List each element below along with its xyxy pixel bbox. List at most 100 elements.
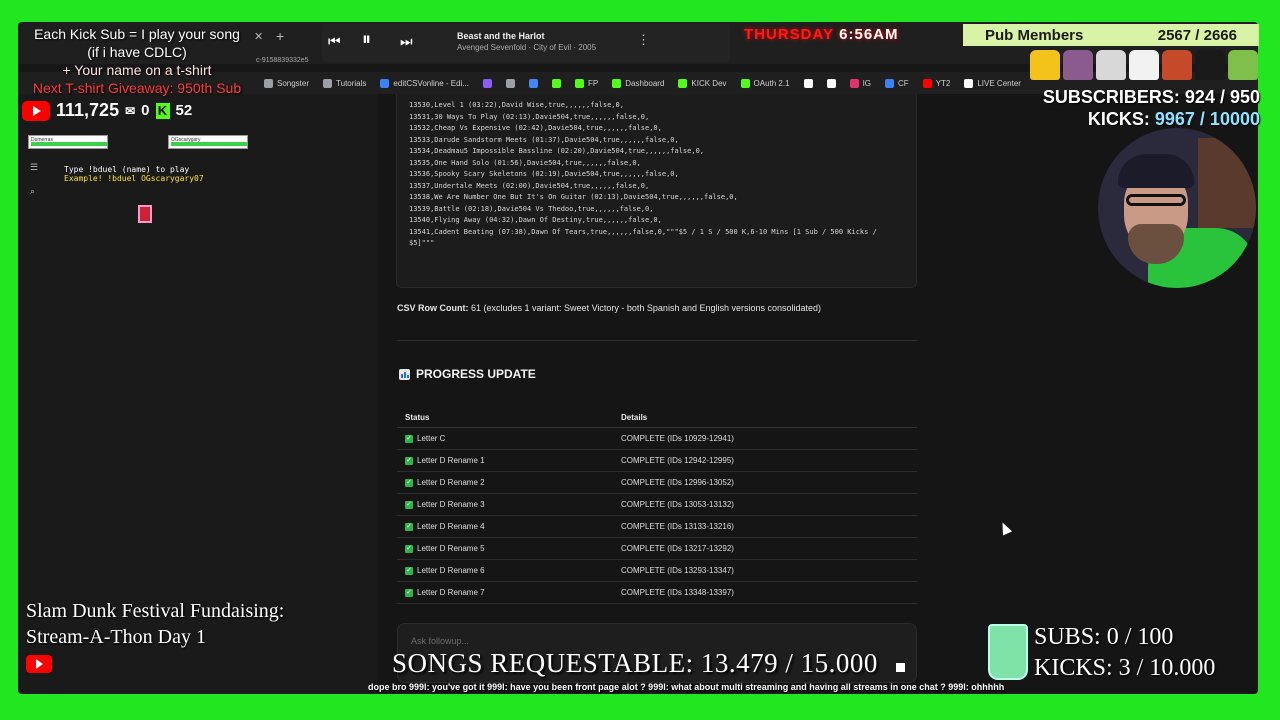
jar-kicks: KICKS: 3 / 10.000 <box>1034 655 1216 681</box>
pause-icon[interactable]: ⏸ <box>362 29 371 50</box>
table-row: ✓ Letter D Rename 7 COMPLETE (IDs 13348-13… <box>397 582 917 604</box>
bookmark-item[interactable]: LIVE Center <box>964 78 1021 88</box>
bookmark-label: Songster <box>277 78 310 88</box>
section-divider <box>397 340 917 341</box>
code-line: 13538,We Are Number One But It's On Guit… <box>409 193 738 201</box>
bookmark-item[interactable]: Dashboard <box>612 78 665 88</box>
bookmark-label: KICK Dev <box>691 78 727 88</box>
sidebar-icons: ☰ ⌕ <box>30 155 38 203</box>
checkmark-icon: ✓ <box>405 500 413 509</box>
bookmark-item[interactable]: FP <box>575 78 598 88</box>
details-cell: COMPLETE (IDs 13293-13347) <box>621 566 734 575</box>
duel-bar-2: OGscarygary <box>168 135 248 149</box>
bookmark-icon <box>529 78 539 88</box>
search-icon[interactable]: ⌕ <box>30 179 38 203</box>
bookmark-icon <box>483 78 493 88</box>
progress-title: PROGRESS UPDATE <box>416 367 536 381</box>
bookmark-item[interactable]: KICK Dev <box>678 78 727 88</box>
tshirt-icon <box>1162 50 1192 80</box>
code-line: 13536,Spooky Scary Skeletons (02:19),Dav… <box>409 170 679 178</box>
jar-goals: SUBS: 0 / 100 KICKS: 3 / 10.000 <box>1034 622 1215 684</box>
status-label: Letter D Rename 2 <box>417 478 485 487</box>
duel-instructions: Type !bduel (name) to play Example! !bdu… <box>64 165 204 183</box>
bookmark-item[interactable]: OAuth 2.1 <box>740 78 790 88</box>
bookmark-icon <box>826 78 836 88</box>
bookmark-icon <box>849 78 859 88</box>
day-time: THURSDAY 6:56AM <box>744 26 899 43</box>
status-cell: ✓ Letter D Rename 4 <box>397 522 621 531</box>
promo-line-3: + Your name on a t-shirt <box>62 62 212 78</box>
bookmark-item[interactable]: editCSVonline - Edi... <box>380 78 469 88</box>
bookmark-item[interactable]: IG <box>849 78 871 88</box>
tshirt-icon <box>1030 50 1060 80</box>
bookmark-item[interactable] <box>529 78 539 88</box>
bookmark-icon <box>740 78 750 88</box>
bookmark-item[interactable] <box>483 78 493 88</box>
table-row: ✓ Letter D Rename 2 COMPLETE (IDs 12996-13… <box>397 472 917 494</box>
details-cell: COMPLETE (IDs 13217-13292) <box>621 544 734 553</box>
tshirt-icon <box>1063 50 1093 80</box>
fundraising-title: Slam Dunk Festival Fundaising: Stream-A-… <box>26 598 284 650</box>
csv-row-count-label: CSV Row Count: <box>397 303 469 313</box>
details-cell: COMPLETE (IDs 13348-13397) <box>621 588 734 597</box>
chat-ticker: dope bro 999l: you've got it 999l: have … <box>368 682 1005 692</box>
status-cell: ✓ Letter D Rename 3 <box>397 500 621 509</box>
previous-icon[interactable]: ⏮ <box>328 33 341 50</box>
list-icon[interactable]: ☰ <box>30 155 38 179</box>
status-cell: ✓ Letter D Rename 5 <box>397 544 621 553</box>
status-cell: ✓ Letter C <box>397 434 621 443</box>
progress-table: Status Details ✓ Letter C COMPLETE (IDs 10… <box>397 408 917 604</box>
bookmark-label: Dashboard <box>625 78 665 88</box>
streamer-glasses <box>1126 194 1186 206</box>
table-row: ✓ Letter D Rename 6 COMPLETE (IDs 13293-13… <box>397 560 917 582</box>
code-line: 13531,30 Ways To Play (02:13),Davie504,t… <box>409 112 650 121</box>
bookmark-item[interactable] <box>552 78 562 88</box>
header-details: Details <box>621 413 648 422</box>
checkmark-icon: ✓ <box>405 456 413 465</box>
status-cell: ✓ Letter D Rename 6 <box>397 566 621 575</box>
kick-icon: K <box>155 102 170 119</box>
code-line: $5]""" <box>409 239 435 247</box>
bookmark-item[interactable]: Songster <box>264 78 310 88</box>
sub-kick-goals: SUBSCRIBERS: 924 / 950 KICKS: 9967 / 100… <box>1030 86 1260 130</box>
csv-code-block: 13530,Level 1 (03:22),David Wise,true,,,… <box>396 94 917 288</box>
bookmark-item[interactable]: CF <box>885 78 909 88</box>
bookmark-icon <box>803 78 813 88</box>
code-line: 13530,Level 1 (03:22),David Wise,true,,,… <box>409 101 624 109</box>
bookmark-item[interactable] <box>826 78 836 88</box>
bar-chart-icon <box>399 368 410 380</box>
code-line: 13539,Battle (02:18),Davie504 Vs Thedoo,… <box>409 204 654 213</box>
bookmark-item[interactable]: YT2 <box>922 78 950 88</box>
kicks-goal-label: KICKS: <box>1087 109 1150 129</box>
next-icon[interactable]: ⏭ <box>400 33 413 50</box>
promo-line-4: Next T-shirt Giveaway: 950th Sub <box>32 80 242 96</box>
song-artist: Avenged Sevenfold · City of Evil · 2005 <box>457 43 597 52</box>
tip-jar-icon <box>988 624 1028 680</box>
bookmark-icon <box>885 78 895 88</box>
promo-line-2: (if i have CDLC) <box>87 44 187 60</box>
bookmark-item[interactable] <box>506 78 516 88</box>
fund-line-2: Stream-A-Thon Day 1 <box>26 626 206 648</box>
checkmark-icon: ✓ <box>405 588 413 597</box>
details-cell: COMPLETE (IDs 13133-13216) <box>621 522 734 531</box>
progress-heading: PROGRESS UPDATE <box>399 367 536 381</box>
bookmark-item[interactable]: Tutorials <box>323 78 366 88</box>
table-row: ✓ Letter D Rename 4 COMPLETE (IDs 13133-13… <box>397 516 917 538</box>
bookmark-item[interactable] <box>803 78 813 88</box>
more-options-icon[interactable]: ⋮ <box>637 32 650 48</box>
wall-poster <box>1198 138 1256 228</box>
status-label: Letter D Rename 6 <box>417 566 485 575</box>
header-status: Status <box>405 413 430 422</box>
status-label: Letter D Rename 7 <box>417 588 485 597</box>
day-label: THURSDAY <box>744 26 834 43</box>
code-line: 13533,Darude Sandstorm Meets (01:37),Dav… <box>409 135 679 144</box>
status-cell: ✓ Letter D Rename 2 <box>397 478 621 487</box>
mail-count: 0 <box>141 102 150 119</box>
streamer-cap <box>1118 154 1194 188</box>
tshirt-icon <box>1195 50 1225 80</box>
table-row: ✓ Letter D Rename 3 COMPLETE (IDs 13053-13… <box>397 494 917 516</box>
subscribers-goal: SUBSCRIBERS: 924 / 950 <box>1042 87 1260 107</box>
new-tab-icon[interactable]: + <box>276 28 284 44</box>
tshirt-icon <box>1228 50 1258 80</box>
bookmark-icon <box>380 78 390 88</box>
